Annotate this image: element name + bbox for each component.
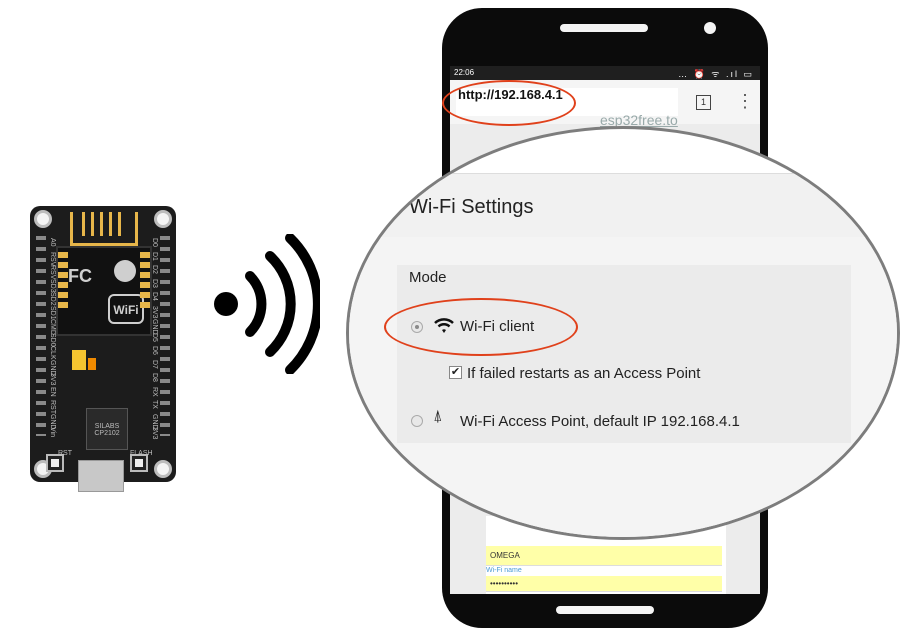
rst-label: RST: [58, 450, 72, 457]
pin-label: 3V3: [151, 427, 158, 440]
menu-icon[interactable]: ⋮: [736, 88, 754, 114]
pin-label: D7: [151, 359, 158, 369]
pin-label: 3V3: [49, 373, 56, 386]
pin-label: RX: [151, 386, 158, 397]
wifi-password-field[interactable]: ••••••••••: [486, 576, 722, 592]
mounting-hole: [34, 210, 52, 228]
rst-button: [46, 454, 64, 472]
access-point-radio[interactable]: [411, 415, 423, 427]
wifi-logo: WiFi: [108, 294, 144, 324]
failover-checkbox[interactable]: ✔: [449, 366, 462, 379]
pin-label: RST: [49, 400, 56, 414]
failover-checkbox-label[interactable]: If failed restarts as an Access Point: [467, 365, 700, 382]
pin-label: 3V3: [151, 305, 158, 318]
pin-label: D3: [151, 278, 158, 288]
pin-label: A0: [49, 238, 56, 247]
pcb-antenna-trace: [82, 212, 126, 236]
flash-label: FLASH: [130, 450, 153, 457]
pin-label: D1: [151, 251, 158, 261]
status-time: 22:06: [454, 68, 475, 77]
esp8266-board: WiFi FC SILABS CP2102 RST FLASH A0 RSV RSV…: [30, 206, 176, 492]
wifi-name-field[interactable]: OMEGA: [486, 546, 722, 566]
settings-header: Wi-Fi Settings: [349, 173, 897, 238]
status-bar: 22:06 … ⏰ ᯤ .ıl ▭: [450, 66, 760, 80]
espressif-logo-icon: [114, 260, 136, 282]
phone-speaker: [560, 24, 648, 32]
pin-label: SD2: [49, 292, 56, 306]
home-bar[interactable]: [556, 606, 654, 614]
pin-label: CLK: [49, 346, 56, 360]
mounting-hole: [154, 460, 172, 478]
tab-count-button[interactable]: 1: [696, 95, 711, 110]
pin-label: EN: [49, 386, 56, 397]
wifi-signal-icon: [214, 234, 320, 374]
pin-label: D4: [151, 292, 158, 301]
capacitor: [72, 350, 86, 370]
wifi-module: WiFi FC: [56, 246, 152, 336]
mounting-hole: [154, 210, 172, 228]
pin-label: SD1: [49, 305, 56, 320]
pin-label: SD3: [49, 278, 56, 293]
phone-camera: [704, 22, 716, 34]
pin-label: D8: [151, 373, 158, 382]
pin-label: Vin: [49, 427, 56, 437]
pin-label: D2: [151, 265, 158, 274]
page-title: Wi-Fi Settings: [409, 196, 534, 218]
url-highlight-ring: [442, 80, 576, 126]
fcc-logo: FC: [68, 266, 92, 286]
flash-button: [130, 454, 148, 472]
wifi-name-label: Wi-Fi name: [486, 567, 522, 574]
pin-label: SD0: [49, 332, 56, 347]
pin-label: D0: [151, 238, 158, 247]
antenna-tower-icon: ⍋: [433, 408, 443, 425]
pin-label: D6: [151, 346, 158, 355]
chip-label: SILABS CP2102: [94, 423, 120, 437]
status-icons: … ⏰ ᯤ .ıl ▭: [678, 69, 754, 79]
pin-label: D5: [151, 332, 158, 342]
usb-uart-chip: SILABS CP2102: [86, 408, 128, 450]
pin-label: RSV: [49, 251, 56, 266]
wifi-client-highlight-ring: [384, 298, 578, 356]
micro-usb-port: [78, 460, 124, 492]
access-point-label[interactable]: Wi-Fi Access Point, default IP 192.168.4…: [460, 413, 740, 430]
pin-label: TX: [151, 400, 158, 409]
pin-header-right: [160, 236, 170, 436]
pin-label: RSV: [49, 265, 56, 280]
mode-label: Mode: [409, 269, 447, 286]
pin-header-left: [36, 236, 46, 436]
capacitor: [88, 358, 96, 370]
